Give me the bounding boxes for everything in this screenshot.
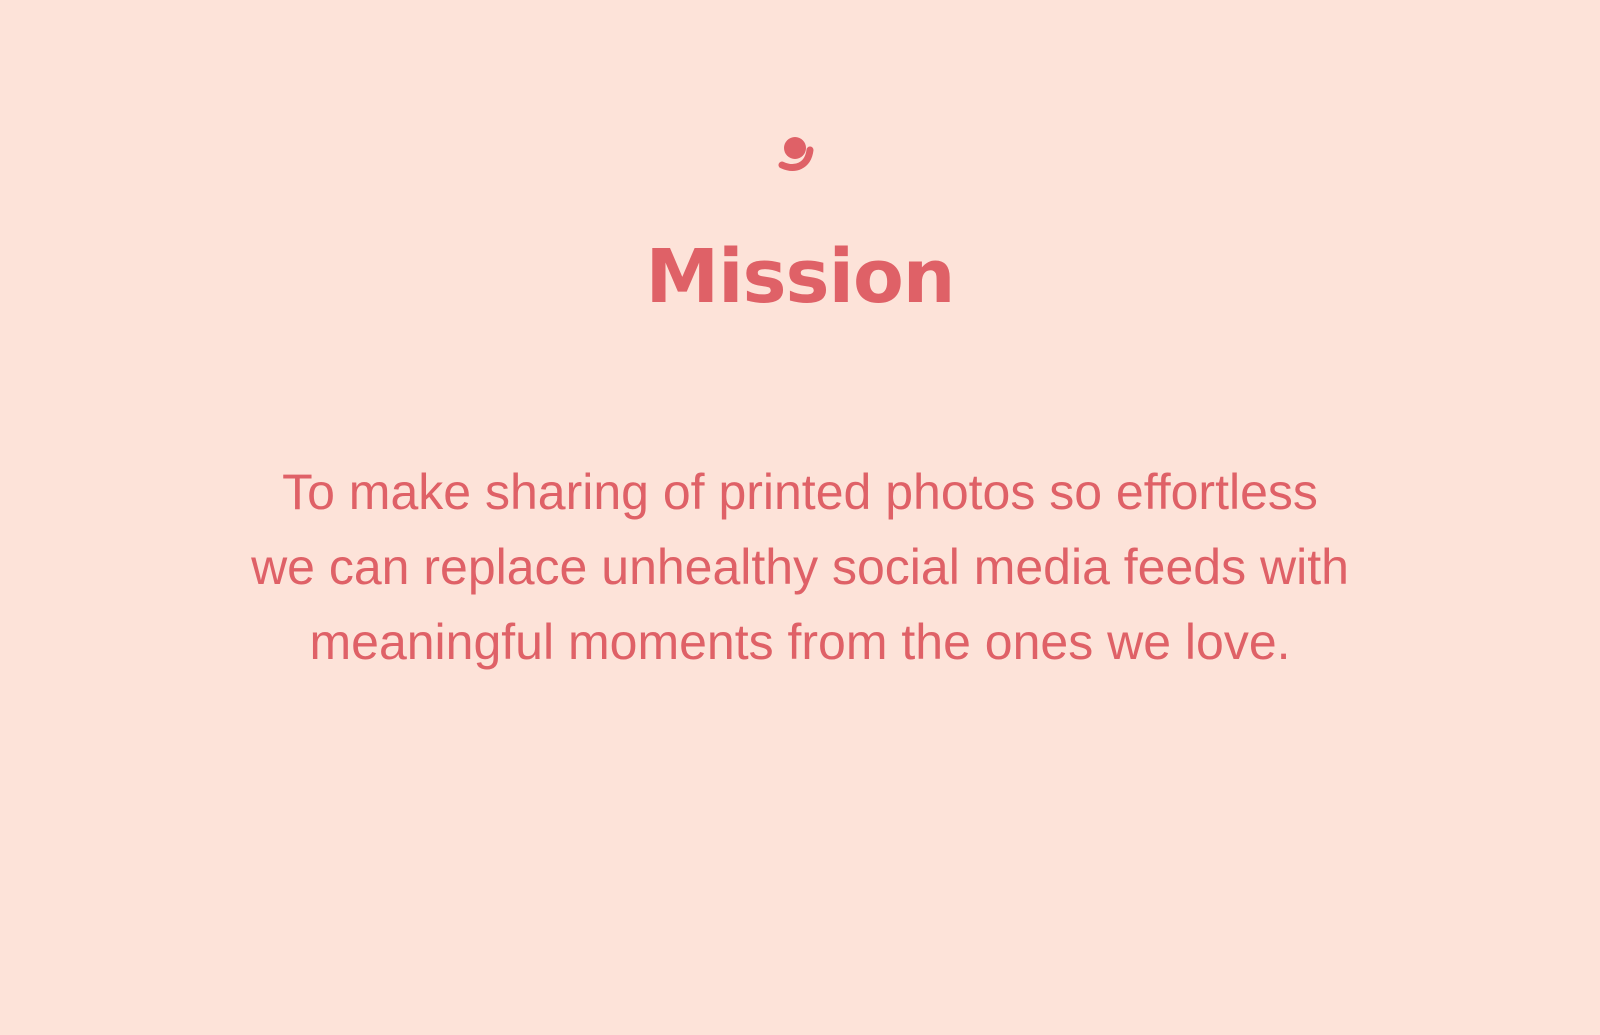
page-title: Mission [645, 234, 956, 320]
mission-section: Mission To make sharing of printed photo… [0, 0, 1600, 1035]
mission-line-2: we can replace unhealthy social media fe… [251, 539, 1349, 595]
mission-statement: To make sharing of printed photos so eff… [150, 455, 1450, 680]
mission-line-1: To make sharing of printed photos so eff… [282, 464, 1318, 520]
mission-line-3: meaningful moments from the ones we love… [309, 614, 1291, 670]
smiling-person-icon [778, 137, 814, 171]
